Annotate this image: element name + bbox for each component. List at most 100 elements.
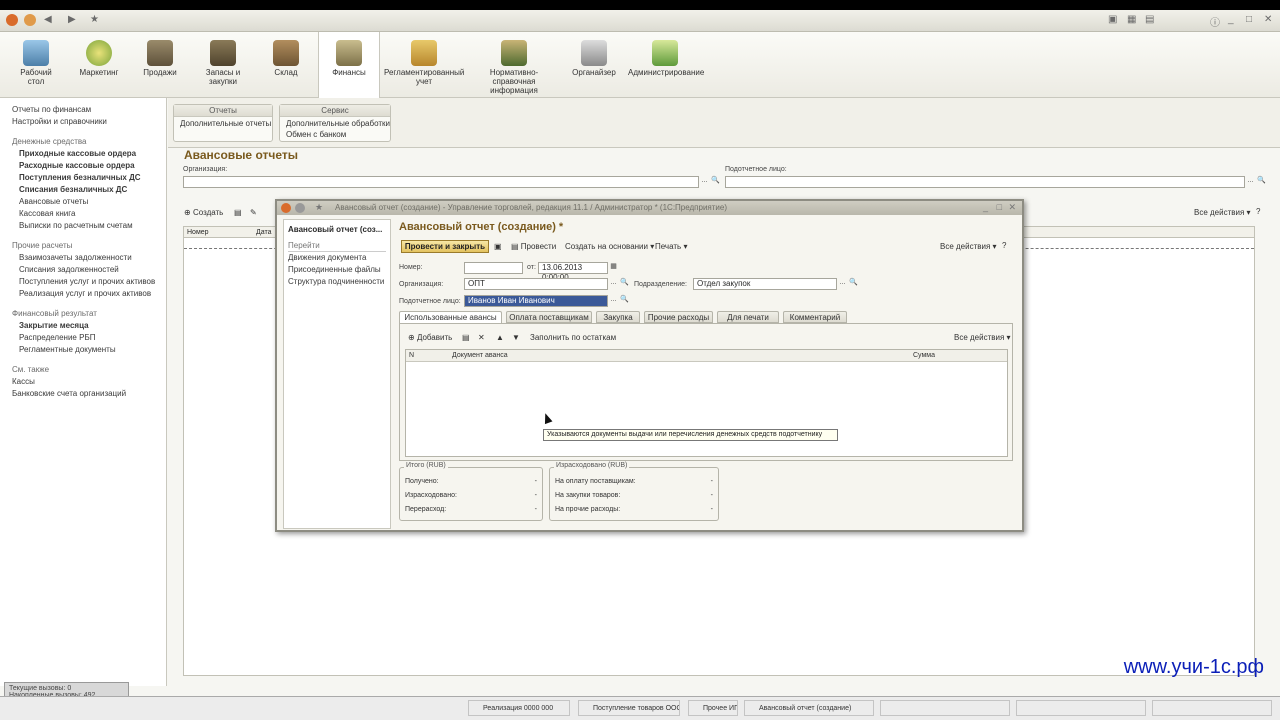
tab-all-actions-menu[interactable]: Все действия ▾ — [954, 333, 1011, 342]
help-icon[interactable]: ? — [1256, 207, 1260, 216]
nav-bank-receipts[interactable]: Поступления безналичных ДС — [12, 172, 166, 184]
person-input[interactable]: Иванов Иван Иванович — [464, 295, 608, 307]
nav-attached-files[interactable]: Присоединенные файлы — [288, 264, 386, 276]
open-window-tab[interactable] — [1152, 700, 1272, 716]
additional-processing-link[interactable]: Дополнительные обработки — [280, 118, 390, 129]
nav-rbp[interactable]: Распределение РБП — [12, 332, 166, 344]
section-warehouse[interactable]: Склад — [266, 32, 306, 98]
nav-cash-book[interactable]: Кассовая книга — [12, 208, 166, 220]
open-window-tab[interactable] — [880, 700, 1010, 716]
dept-input[interactable]: Отдел закупок — [693, 278, 837, 290]
help-icon[interactable]: ? — [1002, 241, 1006, 250]
create-button[interactable]: ⊕ Создать — [184, 208, 223, 217]
nav-advance-reports[interactable]: Авансовые отчеты — [12, 196, 166, 208]
search-icon[interactable]: 🔍 — [1256, 176, 1267, 188]
section-organizer[interactable]: Органайзер — [568, 32, 620, 98]
tab-comment[interactable]: Комментарий — [783, 311, 847, 323]
bank-exchange-link[interactable]: Обмен с банком — [280, 129, 390, 140]
tab-purchases[interactable]: Закупка — [596, 311, 640, 323]
open-window-tab[interactable]: Прочее ИП — [688, 700, 738, 716]
nav-offsets[interactable]: Взаимозачеты задолженности — [12, 252, 166, 264]
number-input[interactable] — [464, 262, 523, 274]
person-select-button[interactable]: ... — [608, 295, 619, 307]
favorites-icon[interactable]: ★ — [315, 202, 323, 213]
dialog-all-actions-menu[interactable]: Все действия ▾ — [940, 242, 997, 251]
section-desktop[interactable]: Рабочий стол — [14, 32, 58, 98]
nav-document-movements[interactable]: Движения документа — [288, 252, 386, 264]
section-regulated[interactable]: Регламентированный учет — [384, 32, 464, 98]
nav-services-sales[interactable]: Реализация услуг и прочих активов — [12, 288, 166, 300]
add-button[interactable]: ⊕ Добавить — [408, 333, 452, 342]
nav-bank-payments[interactable]: Списания безналичных ДС — [12, 184, 166, 196]
date-input[interactable]: 13.06.2013 0:00:00 — [538, 262, 608, 282]
col-date[interactable]: Дата — [256, 229, 272, 236]
info-icon[interactable]: ⓘ — [1210, 14, 1220, 29]
print-menu[interactable]: Печать ▾ — [655, 242, 687, 251]
tab-supplier-payments[interactable]: Оплата поставщикам — [506, 311, 592, 323]
nav-bank-statements[interactable]: Выписки по расчетным счетам — [12, 220, 166, 232]
nav-debt-writeoffs[interactable]: Списания задолженностей — [12, 264, 166, 276]
minimize-icon[interactable]: _ — [983, 202, 988, 212]
nav-finance-reports[interactable]: Отчеты по финансам — [12, 104, 166, 116]
nav-cashboxes[interactable]: Кассы — [12, 376, 166, 388]
save-icon[interactable]: ▣ — [494, 242, 502, 251]
calendar-icon[interactable]: ▦ — [608, 262, 619, 274]
org-select-button[interactable]: ... — [699, 176, 710, 188]
nav-current-form[interactable]: Авансовый отчет (соз... — [288, 224, 386, 236]
col-sum[interactable]: Сумма — [913, 352, 935, 359]
delete-icon[interactable]: ✕ — [478, 333, 485, 342]
nav-services-receipts[interactable]: Поступления услуг и прочих активов — [12, 276, 166, 288]
maximize-icon[interactable]: □ — [1246, 14, 1252, 25]
edit-icon[interactable]: ✎ — [250, 208, 257, 217]
open-window-tab[interactable] — [1016, 700, 1146, 716]
calc-icon[interactable]: ▦ — [1127, 14, 1136, 25]
post-button[interactable]: ▤ Провести — [511, 242, 556, 251]
org-filter-input[interactable] — [183, 176, 699, 188]
post-and-close-button[interactable]: Провести и закрыть — [401, 240, 489, 253]
section-admin[interactable]: Администрирование — [628, 32, 704, 98]
maximize-icon[interactable]: □ — [997, 202, 1002, 212]
close-icon[interactable]: ✕ — [1008, 202, 1016, 213]
nav-month-close[interactable]: Закрытие месяца — [12, 320, 166, 332]
forward-icon[interactable]: ▶ — [68, 14, 76, 25]
section-finance[interactable]: Финансы — [318, 32, 380, 99]
section-reference[interactable]: Нормативно-справочная информация — [470, 32, 558, 98]
nav-settings[interactable]: Настройки и справочники — [12, 116, 166, 128]
close-icon[interactable]: ✕ — [1264, 14, 1272, 25]
nav-cash-receipts[interactable]: Приходные кассовые ордера — [12, 148, 166, 160]
col-number[interactable]: Номер — [187, 229, 209, 236]
person-select-button[interactable]: ... — [1245, 176, 1256, 188]
menu-icon[interactable] — [295, 203, 305, 213]
section-sales[interactable]: Продажи — [140, 32, 180, 98]
favorites-icon[interactable]: ★ — [90, 14, 99, 25]
move-up-icon[interactable]: ▲ — [496, 333, 504, 342]
tab-for-print[interactable]: Для печати — [717, 311, 779, 323]
org-input[interactable]: ОПТ — [464, 278, 608, 290]
all-actions-menu[interactable]: Все действия ▾ — [1194, 208, 1251, 217]
move-down-icon[interactable]: ▼ — [512, 333, 520, 342]
person-filter-input[interactable] — [725, 176, 1245, 188]
open-window-tab[interactable]: Реализация 0000 000 — [468, 700, 570, 716]
search-icon[interactable]: 🔍 — [619, 278, 630, 290]
create-based-menu[interactable]: Создать на основании ▾ — [565, 242, 654, 251]
search-icon[interactable]: 🔍 — [848, 278, 859, 290]
section-marketing[interactable]: Маркетинг — [76, 32, 122, 98]
org-select-button[interactable]: ... — [608, 278, 619, 290]
fill-remaining-button[interactable]: Заполнить по остаткам — [530, 333, 616, 342]
col-n[interactable]: N — [409, 352, 414, 359]
copy-icon[interactable]: ▤ — [462, 333, 470, 342]
nav-regulatory-docs[interactable]: Регламентные документы — [12, 344, 166, 356]
history-icon[interactable]: ▣ — [1108, 14, 1117, 25]
minimize-icon[interactable]: _ — [1228, 14, 1234, 25]
nav-cash-outflows[interactable]: Расходные кассовые ордера — [12, 160, 166, 172]
back-icon[interactable]: ◀ — [44, 14, 52, 25]
open-window-tab[interactable]: Авансовый отчет (создание) — [744, 700, 874, 716]
menu-icon[interactable] — [24, 14, 36, 26]
dept-select-button[interactable]: ... — [837, 278, 848, 290]
nav-subordination[interactable]: Структура подчиненности — [288, 276, 386, 288]
search-icon[interactable]: 🔍 — [619, 295, 630, 307]
search-icon[interactable]: 🔍 — [710, 176, 721, 188]
tab-other-expenses[interactable]: Прочие расходы — [644, 311, 713, 323]
nav-bank-accounts[interactable]: Банковские счета организаций — [12, 388, 166, 400]
copy-icon[interactable]: ▤ — [234, 208, 242, 217]
